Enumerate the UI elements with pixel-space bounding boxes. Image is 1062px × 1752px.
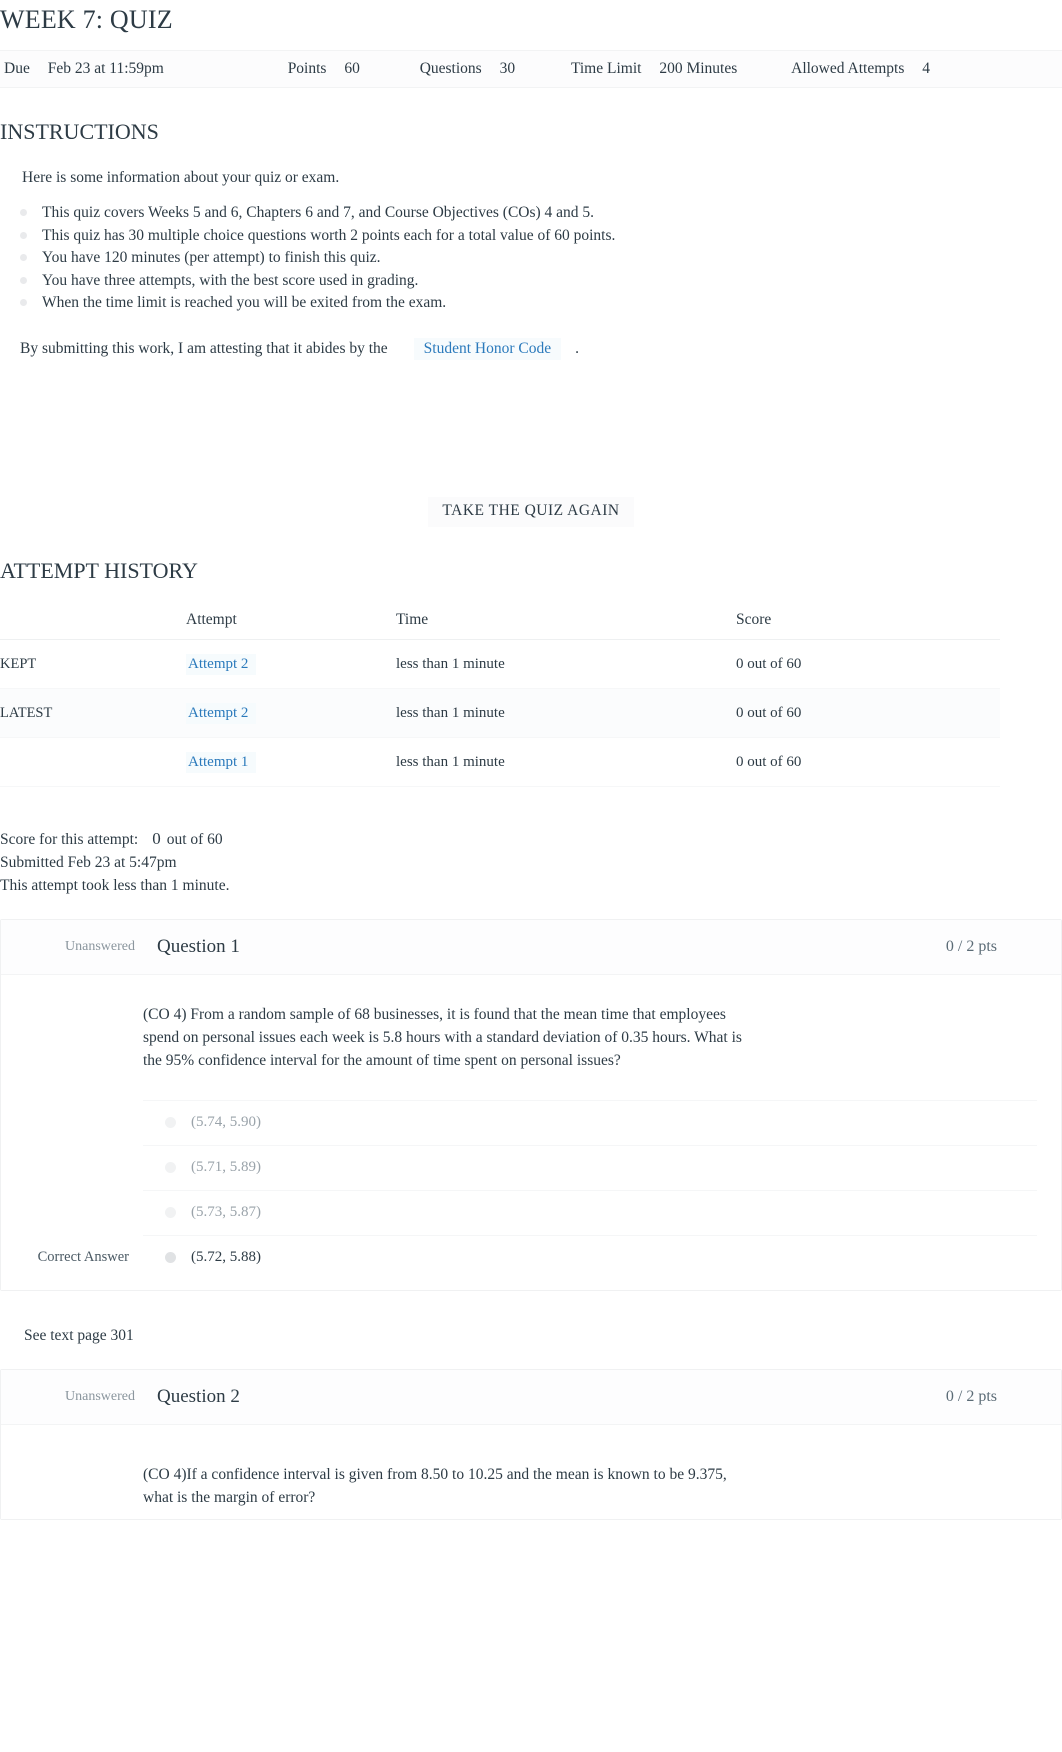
correct-answer-label: Correct Answer: [37, 1249, 129, 1265]
attempt-link[interactable]: Attempt 1: [186, 751, 257, 773]
question-header: Unanswered Question 1 0 / 2 pts: [1, 919, 1061, 975]
honor-code-prefix: By submitting this work, I am attesting …: [20, 339, 388, 357]
attempt-flag: LATEST: [0, 688, 186, 738]
instruction-bullet: You have 120 minutes (per attempt) to fi…: [20, 247, 1062, 270]
questions-item: Questions 30: [420, 60, 515, 78]
answer-list: (5.74, 5.90) (5.71, 5.89) (5.73, 5.87) Corr…: [38, 1099, 1037, 1280]
instruction-bullet: This quiz has 30 multiple choice questio…: [20, 225, 1062, 248]
student-honor-code-link[interactable]: Student Honor Code: [413, 337, 562, 360]
attempt-score: 0 out of 60: [736, 639, 1000, 689]
question-name: Question 1: [157, 935, 240, 957]
question-points: 0 / 2 pts: [945, 1387, 997, 1405]
questions-label: Questions: [419, 60, 482, 77]
take-quiz-again-container: TAKE THE QUIZ AGAIN: [0, 496, 1062, 527]
attempt-time: less than 1 minute: [396, 688, 736, 738]
attempt-history-header-row: Attempt Time Score: [0, 610, 1000, 640]
page-title: WEEK 7: QUIZ: [0, 5, 173, 34]
instructions-intro: Here is some information about your quiz…: [22, 169, 340, 186]
attempt-score: 0 out of 60: [736, 737, 1000, 787]
time-limit-item: Time Limit 200 Minutes: [571, 60, 737, 78]
column-header-attempt: Attempt: [186, 610, 396, 640]
instruction-bullet: You have three attempts, with the best s…: [20, 270, 1062, 293]
answer-option[interactable]: (5.73, 5.87): [143, 1189, 1037, 1235]
take-quiz-again-button[interactable]: TAKE THE QUIZ AGAIN: [428, 496, 634, 527]
attempt-link[interactable]: Attempt 2: [186, 653, 257, 675]
instruction-bullet: This quiz covers Weeks 5 and 6, Chapters…: [20, 202, 1062, 225]
attempt-duration-line: This attempt took less than 1 minute.: [0, 876, 230, 894]
column-header-score: Score: [736, 610, 1000, 640]
score-for-attempt-line: Score for this attempt: 0 out of 60: [0, 827, 1062, 851]
allowed-attempts-value: 4: [922, 60, 930, 77]
attempt-flag: KEPT: [0, 639, 186, 689]
question-feedback-note: See text page 301: [24, 1326, 134, 1344]
table-row: LATEST Attempt 2 less than 1 minute 0 out o…: [0, 688, 1000, 738]
honor-code-line: By submitting this work, I am attesting …: [20, 337, 1062, 360]
attempt-history-thead: Attempt Time Score: [0, 610, 1000, 640]
attempt-time: less than 1 minute: [396, 737, 736, 787]
status-badge: Unanswered: [65, 938, 135, 954]
questions-container: Unanswered Question 1 0 / 2 pts (CO 4) From…: [0, 918, 1062, 1554]
score-suffix: out of 60: [166, 830, 223, 848]
instructions-bullet-list: This quiz covers Weeks 5 and 6, Chapters…: [0, 202, 1062, 315]
time-limit-value: 200 Minutes: [659, 60, 738, 77]
question-block: Unanswered Question 2 0 / 2 pts (CO 4)If a …: [0, 1368, 1062, 1520]
quiz-results-page: WEEK 7: QUIZ Due Feb 23 at 11:59pm Point…: [0, 0, 1062, 1752]
due-label-text: Due: [4, 60, 30, 77]
questions-value: 30: [499, 60, 516, 77]
points-label: Points: [287, 60, 327, 77]
instructions-heading: INSTRUCTIONS: [0, 119, 159, 144]
table-row: Attempt 1 less than 1 minute 0 out of 60: [0, 737, 1000, 787]
attempt-score: 0 out of 60: [736, 688, 1000, 738]
due-label: Due Feb 23 at 11:59pm: [4, 60, 164, 78]
question-text: (CO 4)If a confidence interval is given …: [143, 1465, 727, 1506]
attempt-cell: Attempt 1: [186, 737, 396, 787]
question-body: (CO 4) From a random sample of 68 busine…: [1, 974, 1061, 1290]
column-header-time: Time: [396, 610, 736, 640]
answer-text: (5.74, 5.90): [191, 1114, 261, 1130]
points-item: Points 60: [288, 60, 360, 78]
score-value: 0: [152, 828, 161, 848]
attempt-history-tbody: KEPT Attempt 2 less than 1 minute 0 out of …: [0, 639, 1000, 787]
honor-code-suffix: .: [575, 339, 579, 357]
score-label: Score for this attempt:: [0, 830, 139, 848]
instruction-bullet: When the time limit is reached you will …: [20, 292, 1062, 315]
answer-option[interactable]: Correct Answer (5.72, 5.88): [38, 1234, 1037, 1280]
attempt-history-heading: ATTEMPT HISTORY: [0, 557, 198, 583]
attempt-flag: [0, 737, 186, 787]
answer-text: (5.73, 5.87): [191, 1204, 261, 1220]
question-name: Question 2: [157, 1385, 240, 1407]
attempt-time: less than 1 minute: [396, 639, 736, 689]
radio-icon[interactable]: [165, 1116, 176, 1128]
answer-text: (5.72, 5.88): [191, 1249, 261, 1265]
attempt-history-table: Attempt Time Score KEPT Attempt 2 less tha…: [0, 610, 1000, 787]
answer-text: (5.71, 5.89): [191, 1159, 261, 1175]
quiz-meta-bar: Due Feb 23 at 11:59pm Points 60 Question…: [0, 50, 1062, 88]
due-value: Feb 23 at 11:59pm: [47, 60, 164, 77]
question-text: (CO 4) From a random sample of 68 busine…: [143, 1005, 742, 1069]
question-body: (CO 4)If a confidence interval is given …: [1, 1424, 1061, 1519]
allowed-attempts-item: Allowed Attempts 4: [791, 60, 930, 78]
status-badge: Unanswered: [65, 1388, 135, 1404]
points-value: 60: [344, 60, 360, 77]
table-row: KEPT Attempt 2 less than 1 minute 0 out of …: [0, 639, 1000, 689]
radio-icon[interactable]: [165, 1206, 176, 1218]
score-summary: Score for this attempt: 0 out of 60 Submit…: [0, 827, 1062, 897]
attempt-cell: Attempt 2: [186, 639, 396, 689]
attempt-cell: Attempt 2: [186, 688, 396, 738]
answer-option[interactable]: (5.71, 5.89): [143, 1144, 1037, 1190]
radio-icon[interactable]: [165, 1161, 176, 1173]
time-limit-label: Time Limit: [570, 60, 642, 77]
question-points: 0 / 2 pts: [945, 937, 997, 955]
column-header-blank: [0, 610, 186, 640]
attempt-link[interactable]: Attempt 2: [186, 702, 257, 724]
answer-option[interactable]: (5.74, 5.90): [143, 1099, 1037, 1145]
radio-icon[interactable]: [165, 1251, 176, 1263]
question-block: Unanswered Question 1 0 / 2 pts (CO 4) From…: [0, 918, 1062, 1291]
submitted-line: Submitted Feb 23 at 5:47pm: [0, 853, 177, 871]
question-header: Unanswered Question 2 0 / 2 pts: [1, 1369, 1061, 1425]
allowed-attempts-label: Allowed Attempts: [791, 60, 905, 77]
